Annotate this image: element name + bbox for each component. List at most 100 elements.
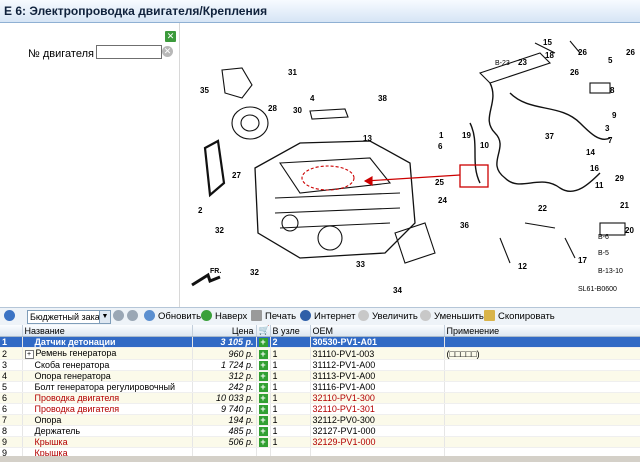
part-price: 242 р.	[192, 381, 257, 393]
column-qty-header[interactable]: В узле	[270, 325, 311, 337]
table-row[interactable]: 2 + Ремень генератора 960 р. +1 31110-PV1-003…	[0, 347, 640, 360]
part-price: 485 р.	[192, 425, 257, 437]
part-qty: 1	[270, 370, 311, 382]
search-panel: ✕ № двигателя ✕	[0, 23, 178, 307]
add-to-cart[interactable]: +	[256, 403, 271, 415]
toolbar: Бюджетный зака ▼ Обновить Наверх Печать …	[0, 307, 640, 326]
table-header: Название Цена 🛒 В узле OEM Применение	[0, 325, 640, 337]
plus-icon[interactable]: +	[258, 416, 268, 425]
print-label: Печать	[265, 311, 297, 322]
internet-button[interactable]: Интернет	[300, 310, 355, 324]
close-panel-icon[interactable]: ✕	[165, 31, 176, 42]
plus-icon[interactable]: +	[258, 427, 268, 436]
part-application	[444, 336, 640, 348]
refresh-icon	[144, 310, 155, 321]
callout: 28	[268, 104, 277, 113]
add-to-cart[interactable]: +	[256, 425, 271, 437]
column-application-header[interactable]: Применение	[444, 325, 640, 337]
part-oem: 31113-PV1-A00	[310, 370, 445, 382]
plus-icon[interactable]: +	[258, 405, 268, 414]
add-to-cart[interactable]: +	[256, 392, 271, 404]
plus-icon[interactable]: +	[258, 349, 268, 359]
callout: 26	[570, 68, 579, 77]
zoom-in-button[interactable]: Увеличить	[358, 310, 418, 324]
part-name-text: Проводка двигателя	[34, 404, 120, 414]
expand-icon[interactable]: +	[24, 350, 34, 359]
plus-icon[interactable]: +	[258, 338, 268, 347]
callout: 25	[435, 178, 444, 187]
table-row[interactable]: 4 Опора генератора 312 р. +1 31113-PV1-A00	[0, 370, 640, 382]
column-oem-header[interactable]: OEM	[310, 325, 445, 337]
part-application	[444, 392, 640, 404]
table-row[interactable]: 1 Датчик детонации 3 105 р. +2 30530-PV1-A01	[0, 336, 640, 348]
copy-button[interactable]: Скопировать	[484, 310, 555, 324]
part-qty: 1	[270, 436, 311, 448]
forward-button[interactable]	[127, 310, 141, 324]
callout: 11	[595, 181, 604, 190]
zoom-out-button[interactable]: Уменьшить	[420, 310, 484, 324]
plus-icon[interactable]: +	[258, 372, 268, 381]
callout: 37	[545, 132, 554, 141]
status-bar	[0, 456, 640, 462]
print-button[interactable]: Печать	[251, 310, 296, 324]
plus-icon[interactable]: +	[258, 394, 268, 403]
part-application: (□□□□□)	[444, 347, 640, 360]
callout: 35	[200, 86, 209, 95]
table-row[interactable]: 8 Держатель 485 р. +1 32127-PV1-000	[0, 425, 640, 437]
connector-label: B-23	[495, 60, 510, 67]
highlight-arrow	[364, 174, 461, 182]
part-name: Проводка двигателя	[22, 392, 193, 404]
add-to-cart[interactable]: +	[256, 436, 271, 448]
part-qty: 1	[270, 425, 311, 437]
zoom-in-icon	[358, 310, 369, 321]
engine-number-input[interactable]	[96, 45, 162, 59]
table-row[interactable]: 3 Скоба генератора 1 724 р. +1 31112-PV1-A00	[0, 359, 640, 371]
column-price-header[interactable]: Цена	[192, 325, 257, 337]
callout: 2	[198, 206, 203, 215]
cart-icon: 🛒	[256, 325, 271, 337]
part-application	[444, 414, 640, 426]
back-button[interactable]	[113, 310, 127, 324]
part-qty: 2	[270, 336, 311, 348]
add-to-cart[interactable]: +	[256, 347, 271, 360]
part-qty: 1	[270, 414, 311, 426]
part-name: Опора	[22, 414, 193, 426]
help-icon[interactable]	[4, 310, 18, 324]
front-marker: FR.	[210, 268, 221, 275]
add-to-cart[interactable]: +	[256, 370, 271, 382]
part-name: Крышка	[22, 436, 193, 448]
up-button[interactable]: Наверх	[201, 310, 247, 324]
table-row[interactable]: 6 Проводка двигателя 10 033 р. +1 32110-PV1-…	[0, 392, 640, 404]
column-num-header[interactable]	[0, 325, 23, 337]
column-name-header[interactable]: Название	[22, 325, 193, 337]
row-number: 6	[0, 403, 23, 415]
callout: 33	[356, 260, 365, 269]
part-name-text: Держатель	[34, 426, 81, 436]
callout: 17	[578, 256, 587, 265]
price-type-value: Бюджетный зака	[30, 312, 100, 322]
clear-icon[interactable]: ✕	[162, 46, 173, 57]
table-row[interactable]: 5 Болт генератора регулировочный 242 р. +1 3…	[0, 381, 640, 393]
price-type-select[interactable]: Бюджетный зака ▼	[27, 310, 111, 324]
table-row[interactable]: 6 Проводка двигателя 9 740 р. +1 32110-PV1-3…	[0, 403, 640, 415]
add-to-cart[interactable]: +	[256, 336, 271, 348]
parts-diagram[interactable]: 35 31 28 30 4 38 13 27 2 32 32 33 34 1 1…	[179, 23, 640, 307]
plus-icon[interactable]: +	[258, 361, 268, 370]
plus-icon[interactable]: +	[258, 383, 268, 392]
plus-icon[interactable]: +	[258, 438, 268, 447]
add-to-cart[interactable]: +	[256, 381, 271, 393]
callout: 14	[586, 148, 595, 157]
callout: 24	[438, 196, 447, 205]
table-row[interactable]: 7 Опора 194 р. +1 32112-PV0-300	[0, 414, 640, 426]
part-name: Болт генератора регулировочный	[22, 381, 193, 393]
part-name-text: Болт генератора регулировочный	[34, 382, 176, 392]
callout: 7	[608, 136, 613, 145]
callout: 26	[578, 48, 587, 57]
add-to-cart[interactable]: +	[256, 414, 271, 426]
refresh-button[interactable]: Обновить	[144, 310, 201, 324]
table-row[interactable]: 9 Крышка 506 р. +1 32129-PV1-000	[0, 436, 640, 448]
part-name-text: Ремень генератора	[35, 348, 117, 358]
callout: 27	[232, 171, 241, 180]
row-number: 1	[0, 336, 23, 348]
add-to-cart[interactable]: +	[256, 359, 271, 371]
